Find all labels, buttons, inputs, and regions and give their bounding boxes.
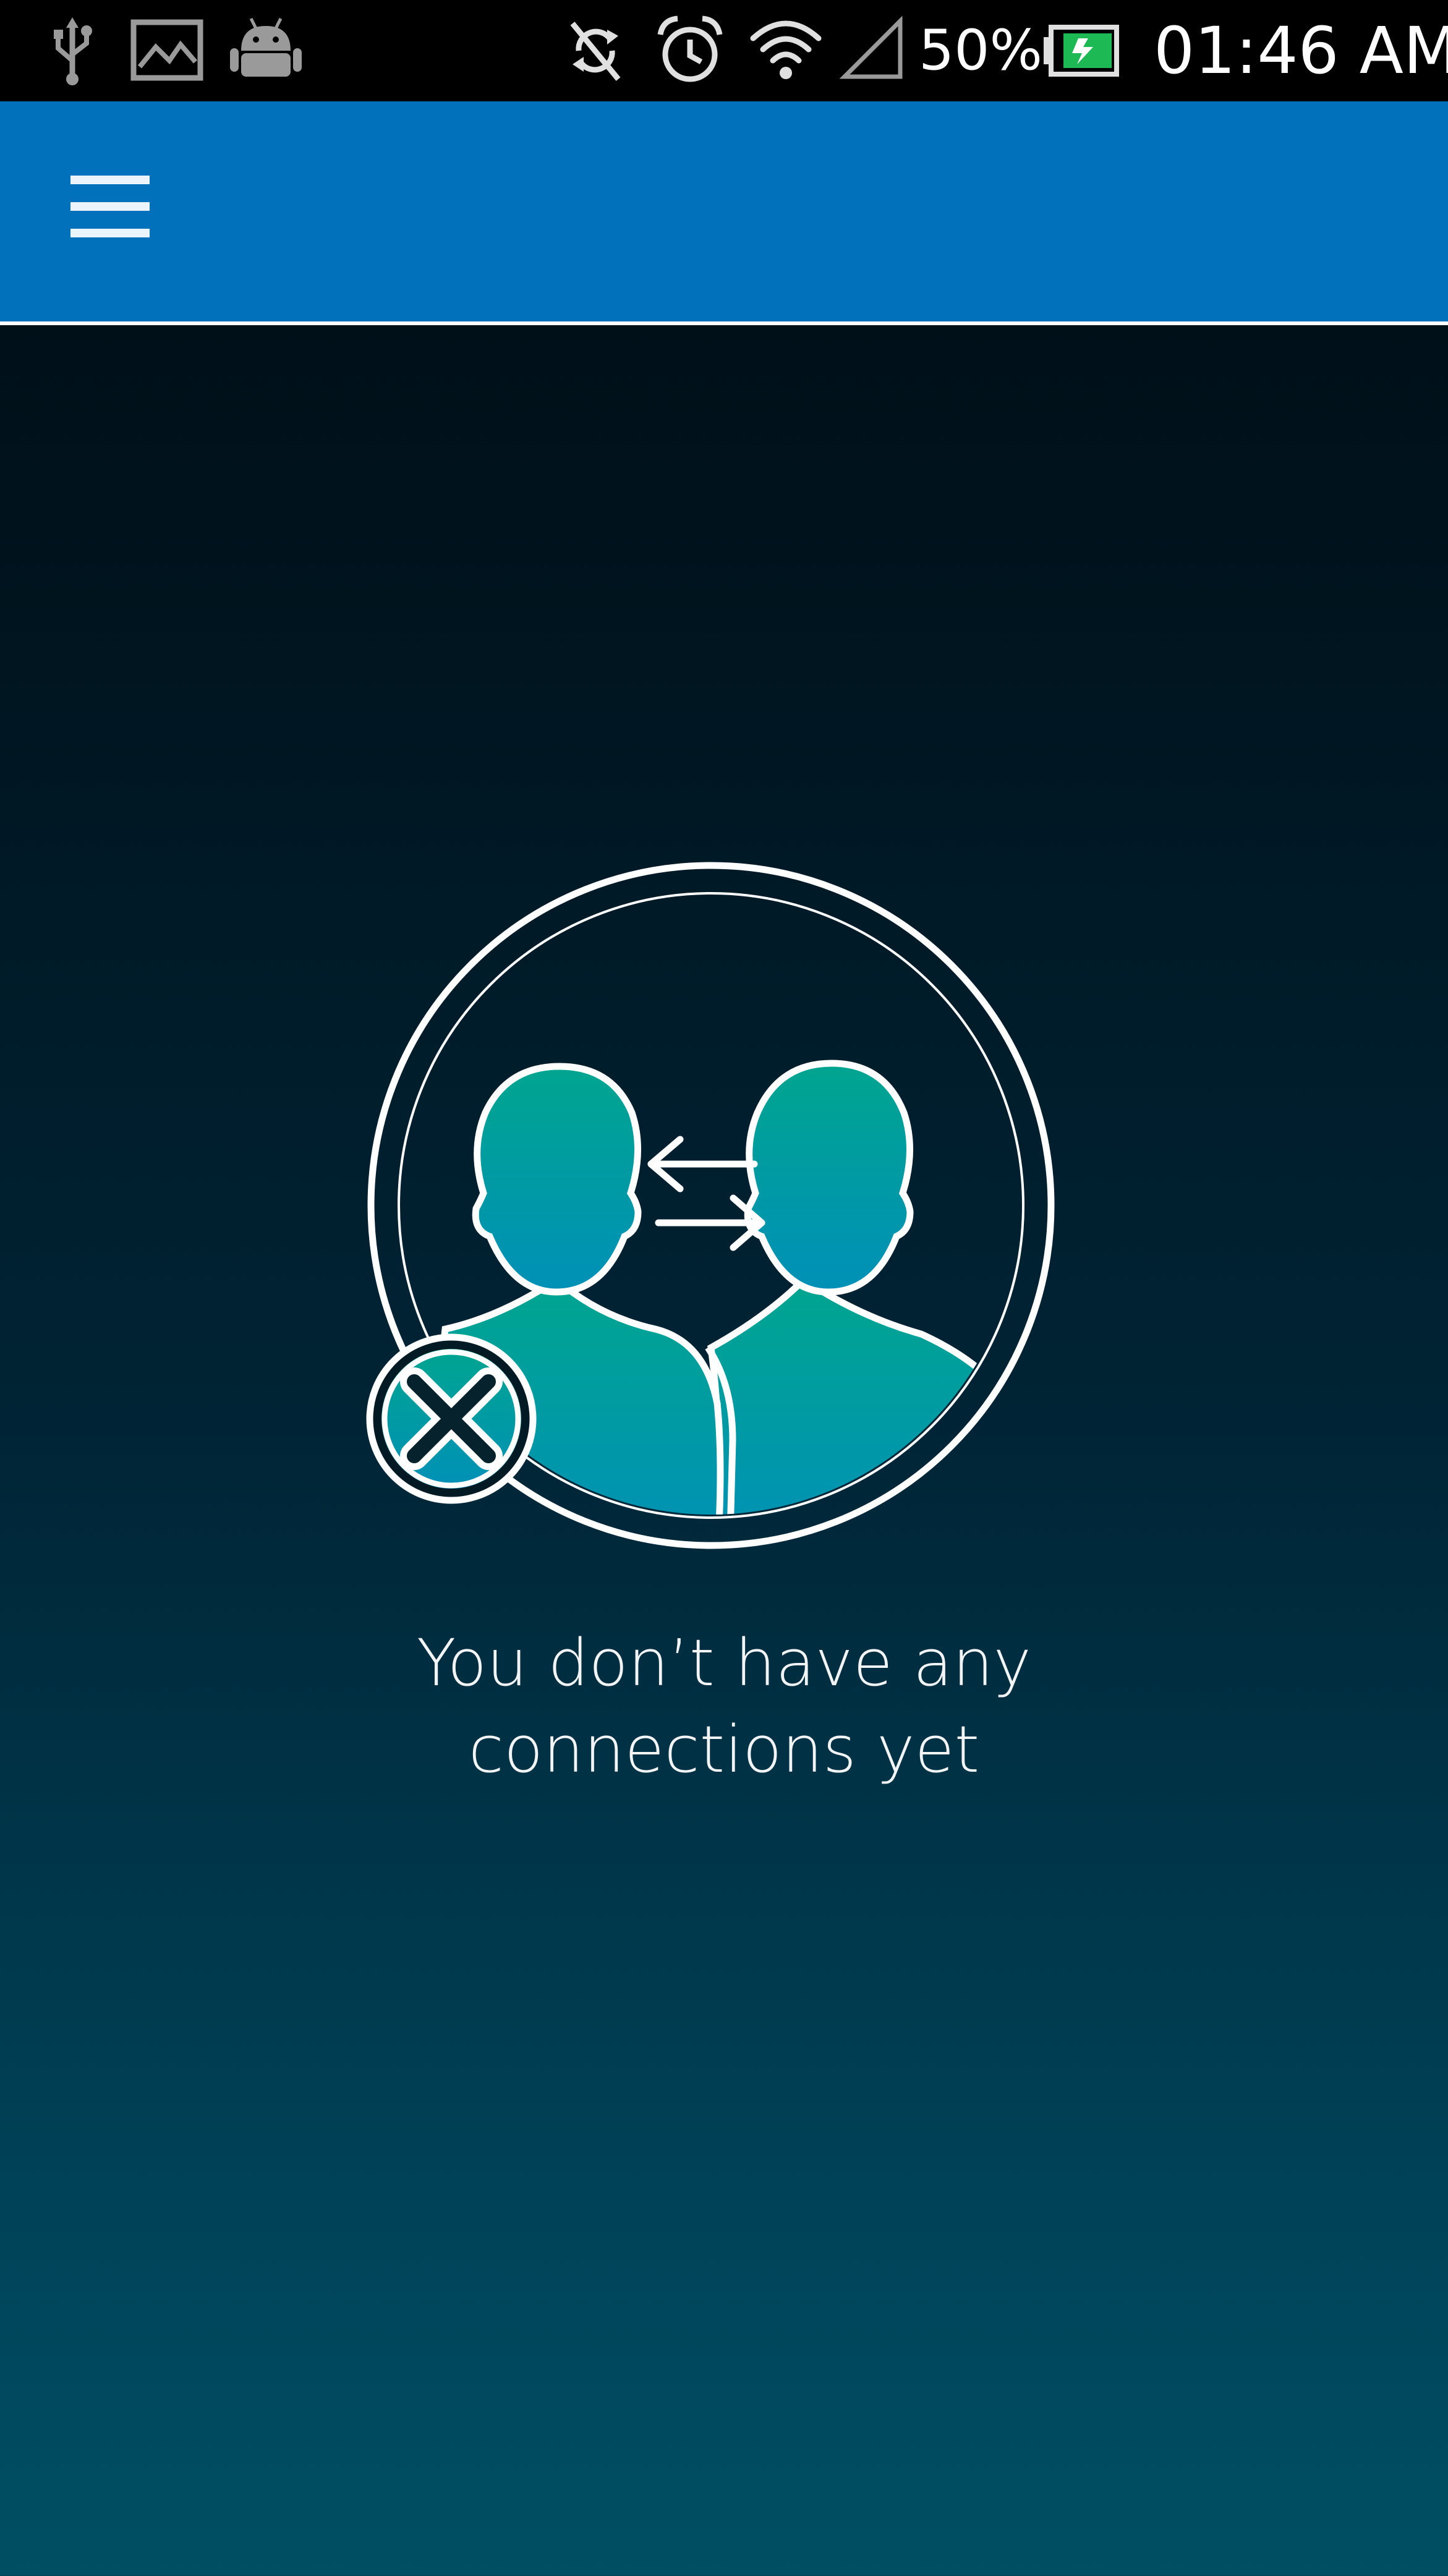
- android-icon: [230, 17, 302, 77]
- battery-charging-icon: [1044, 25, 1119, 77]
- empty-state-message: You don’t have any connections yet: [260, 1620, 1188, 1793]
- status-time: 01:46 AM: [1154, 13, 1448, 88]
- connections-disabled-icon: [366, 862, 1055, 1549]
- hamburger-menu-icon[interactable]: [59, 163, 161, 250]
- image-icon: [130, 19, 203, 81]
- wifi-icon: [750, 20, 822, 79]
- empty-state-message-line1: You don’t have any: [416, 1625, 1032, 1701]
- menu-button[interactable]: [59, 163, 161, 250]
- status-bar: 50% 01:46 AM: [0, 0, 1448, 101]
- empty-state-message-line2: connections yet: [468, 1712, 980, 1787]
- signal-icon: [839, 15, 903, 79]
- app-bar: [0, 101, 1448, 325]
- sync-disabled-icon: [570, 22, 621, 81]
- battery-percentage: 50%: [919, 18, 1043, 83]
- usb-icon: [54, 17, 92, 85]
- alarm-icon: [657, 15, 723, 82]
